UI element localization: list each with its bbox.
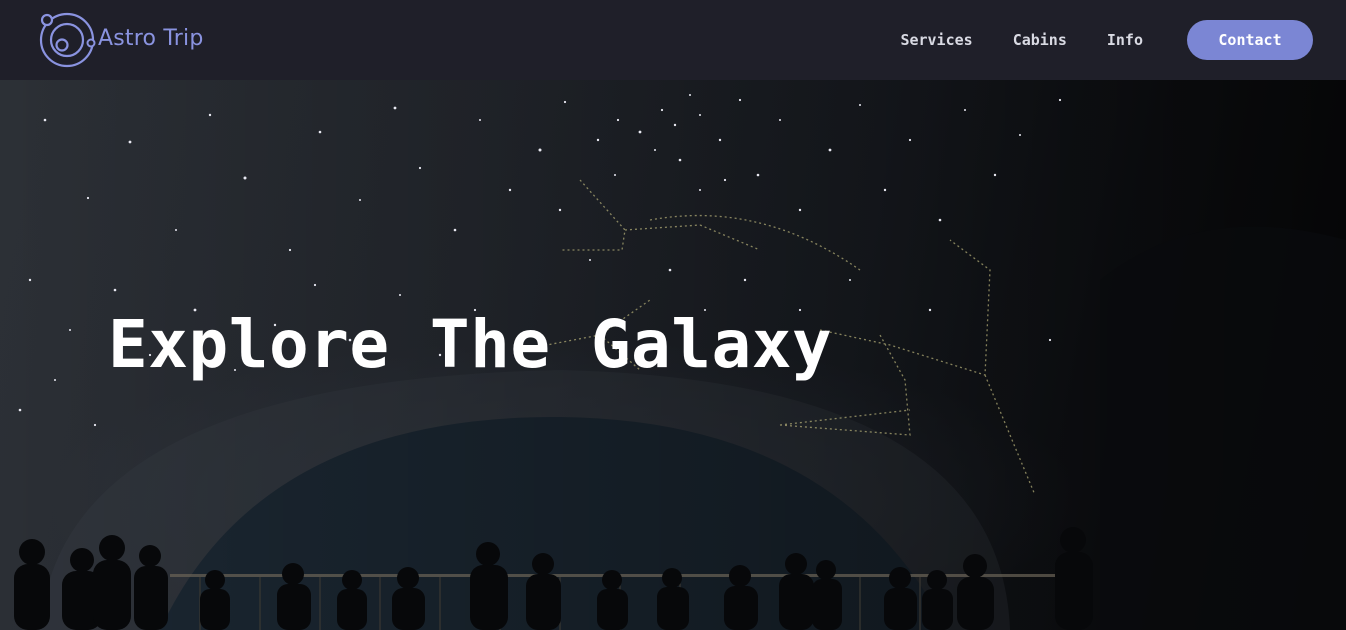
nav-links: Services Cabins Info Contact xyxy=(900,0,1346,80)
brand-logo-link[interactable]: Astro Trip xyxy=(38,11,203,69)
brand-name: Astro Trip xyxy=(98,26,204,51)
nav-link-services[interactable]: Services xyxy=(900,31,972,49)
contact-button[interactable]: Contact xyxy=(1187,20,1313,60)
hero-section: Explore The Galaxy xyxy=(0,80,1346,630)
orbit-logo-icon xyxy=(39,12,96,68)
navbar: Astro Trip Services Cabins Info Contact xyxy=(0,0,1346,80)
hero-title: Explore The Galaxy xyxy=(108,306,833,383)
nav-link-cabins[interactable]: Cabins xyxy=(1013,31,1067,49)
nav-link-info[interactable]: Info xyxy=(1107,31,1143,49)
